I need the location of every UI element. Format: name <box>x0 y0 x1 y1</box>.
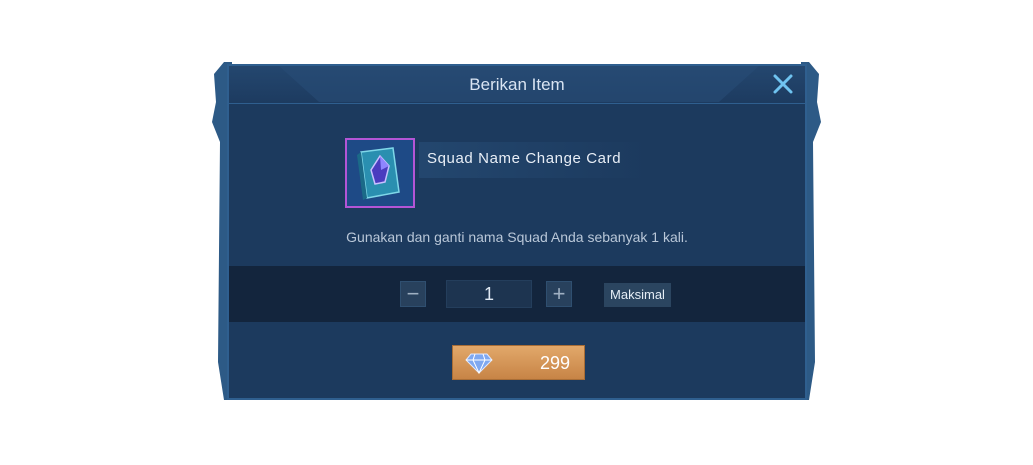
item-description: Gunakan dan ganti nama Squad Anda sebany… <box>346 229 688 245</box>
max-quantity-button[interactable]: Maksimal <box>604 283 671 307</box>
item-icon <box>345 138 415 208</box>
increase-quantity-button[interactable]: + <box>546 281 572 307</box>
quantity-field[interactable]: 1 <box>446 280 532 308</box>
item-name: Squad Name Change Card <box>427 150 622 167</box>
book-with-gem-icon <box>347 140 413 206</box>
close-icon[interactable] <box>771 72 795 96</box>
dialog-title: Berikan Item <box>469 75 565 94</box>
give-item-dialog: Berikan Item Squad Name Change Card Guna… <box>227 64 807 400</box>
diamond-icon <box>465 353 493 374</box>
buy-button[interactable]: 299 <box>452 345 585 380</box>
decrease-quantity-button[interactable]: − <box>400 281 426 307</box>
price-value: 299 <box>539 353 570 373</box>
quantity-bar: − 1 + Maksimal <box>229 266 805 322</box>
dialog-header: Berikan Item <box>229 66 805 104</box>
